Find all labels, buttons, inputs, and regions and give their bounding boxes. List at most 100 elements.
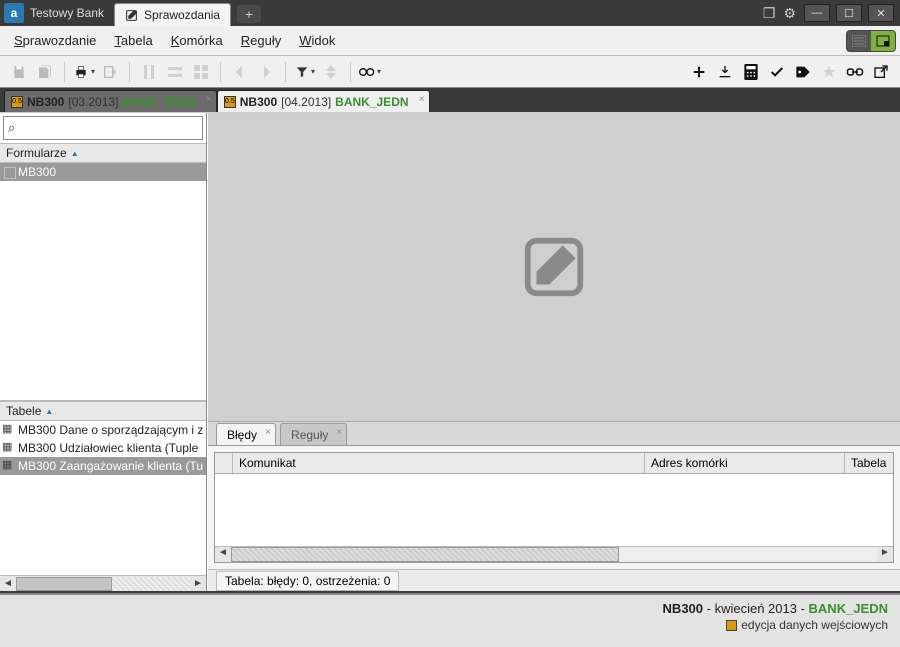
status-bar: NB300 - kwiecień 2013 - BANK_JEDN edycja…: [0, 593, 900, 647]
scroll-thumb[interactable]: [231, 547, 619, 562]
doc-tab-date: [03.2013]: [68, 95, 118, 109]
grid-header: Komunikat Adres komórki Tabela: [215, 453, 893, 474]
minimize-button[interactable]: —: [804, 4, 830, 22]
grid-body: [215, 474, 893, 546]
grid-col-marker[interactable]: [215, 453, 233, 473]
close-button[interactable]: ✕: [868, 4, 894, 22]
doc-tab-unit: BANK_JEDN: [335, 95, 408, 109]
bottom-tabs: Błędy × Reguły ×: [208, 421, 900, 445]
edit-placeholder-icon: [519, 232, 589, 302]
footer-period: kwiecień 2013: [715, 601, 797, 616]
document-tabs: 0.5 NB300 [03.2013] BANK_JEDN × 0.5 NB30…: [0, 88, 900, 112]
collapse-icon: ▲: [45, 407, 53, 416]
canvas-placeholder: [208, 113, 900, 421]
forms-tree: MB300: [0, 163, 206, 401]
doc-badge-icon: 0.5: [224, 96, 236, 108]
close-icon[interactable]: ×: [337, 427, 343, 438]
table-item[interactable]: MB300 Dane o sporządzającym i z: [0, 421, 206, 439]
close-icon[interactable]: ×: [265, 427, 271, 438]
tab-rules[interactable]: Reguły ×: [280, 423, 347, 445]
grid-h-scrollbar[interactable]: ◄ ►: [215, 546, 893, 562]
doc-tab-date: [04.2013]: [281, 95, 331, 109]
menu-komorka[interactable]: Komórka: [163, 29, 231, 52]
scroll-right-icon[interactable]: ►: [190, 578, 206, 589]
star-icon[interactable]: [818, 61, 840, 83]
menu-sprawozdanie[interactable]: Sprawozdanie: [6, 29, 104, 52]
left-panel: ⌕ Formularze ▲ MB300 Tabele ▲ MB300 Dane…: [0, 113, 207, 591]
filter-icon[interactable]: [294, 61, 316, 83]
collapse-icon: ▲: [71, 149, 79, 158]
footer-mode: edycja danych wejściowych: [741, 618, 888, 632]
print-icon[interactable]: [73, 61, 95, 83]
new-tab-button[interactable]: +: [237, 5, 261, 23]
menu-widok[interactable]: Widok: [291, 29, 343, 52]
app-icon: a: [4, 3, 24, 23]
left-h-scrollbar[interactable]: ◄ ►: [0, 575, 206, 591]
grid-col-table[interactable]: Tabela: [845, 453, 893, 473]
toolbar: [0, 56, 900, 88]
workspace: ⌕ Formularze ▲ MB300 Tabele ▲ MB300 Dane…: [0, 112, 900, 591]
download-icon[interactable]: [714, 61, 736, 83]
errors-grid: Komunikat Adres komórki Tabela ◄ ►: [214, 452, 894, 563]
grid-col-address[interactable]: Adres komórki: [645, 453, 845, 473]
table-item[interactable]: MB300 Udziałowiec klienta (Tuple: [0, 439, 206, 457]
export-icon[interactable]: [99, 61, 121, 83]
link-icon[interactable]: [844, 61, 866, 83]
grid-icon[interactable]: [190, 61, 212, 83]
doc-tab-name: NB300: [240, 95, 277, 109]
search-icon: ⌕: [8, 120, 15, 136]
doc-badge-icon: 0.5: [11, 96, 23, 108]
search-input[interactable]: ⌕: [3, 116, 203, 140]
scroll-left-icon[interactable]: ◄: [215, 547, 231, 562]
calculator-icon[interactable]: [740, 61, 762, 83]
grid-status-text: Tabela: błędy: 0, ostrzeżenia: 0: [216, 571, 399, 591]
doc-tab-1[interactable]: 0.5 NB300 [04.2013] BANK_JEDN ×: [217, 90, 430, 112]
tables-header[interactable]: Tabele ▲: [0, 401, 206, 421]
grid-col-message[interactable]: Komunikat: [233, 453, 645, 473]
main-area: Błędy × Reguły × Komunikat Adres komórki…: [207, 113, 900, 591]
row-icon[interactable]: [164, 61, 186, 83]
tag-icon[interactable]: [792, 61, 814, 83]
doc-tab-0[interactable]: 0.5 NB300 [03.2013] BANK_JEDN ×: [4, 90, 217, 112]
edit-icon: [125, 9, 138, 22]
app-title: Testowy Bank: [30, 0, 104, 26]
footer-doc-name: NB300: [663, 601, 703, 616]
tab-errors[interactable]: Błędy ×: [216, 423, 276, 445]
col-icon[interactable]: [138, 61, 160, 83]
footer-unit: BANK_JEDN: [809, 601, 888, 616]
menu-reguly[interactable]: Reguły: [233, 29, 289, 52]
maximize-button[interactable]: ☐: [836, 4, 862, 22]
restore-icon[interactable]: ❐: [763, 5, 776, 22]
grid-status: Tabela: błędy: 0, ostrzeżenia: 0: [208, 569, 900, 591]
prev-icon[interactable]: [229, 61, 251, 83]
save-all-icon[interactable]: [34, 61, 56, 83]
tables-list: MB300 Dane o sporządzającym i z MB300 Ud…: [0, 421, 206, 498]
check-icon[interactable]: [766, 61, 788, 83]
title-tab-sprawozdania[interactable]: Sprawozdania: [114, 3, 231, 26]
doc-tab-name: NB300: [27, 95, 64, 109]
view-note-icon[interactable]: [871, 31, 895, 51]
scroll-right-icon[interactable]: ►: [877, 547, 893, 562]
view-mode-toggle[interactable]: [846, 30, 896, 52]
scroll-left-icon[interactable]: ◄: [0, 578, 16, 589]
title-bar: a Testowy Bank Sprawozdania + ❐ ⚙ — ☐ ✕: [0, 0, 900, 26]
save-icon[interactable]: [8, 61, 30, 83]
scroll-thumb[interactable]: [16, 577, 112, 591]
find-icon[interactable]: [359, 61, 381, 83]
add-icon[interactable]: [688, 61, 710, 83]
menu-tabela[interactable]: Tabela: [106, 29, 160, 52]
close-icon[interactable]: ×: [206, 94, 212, 105]
doc-tab-unit: BANK_JEDN: [122, 95, 195, 109]
edit-mode-icon: [726, 620, 737, 631]
gear-icon[interactable]: ⚙: [783, 5, 796, 22]
sort-icon[interactable]: [320, 61, 342, 83]
table-item[interactable]: MB300 Zaangażowanie klienta (Tu: [0, 457, 206, 475]
errors-grid-wrap: Komunikat Adres komórki Tabela ◄ ►: [208, 445, 900, 569]
send-icon[interactable]: [870, 61, 892, 83]
form-item[interactable]: MB300: [0, 163, 206, 181]
forms-header[interactable]: Formularze ▲: [0, 143, 206, 163]
close-icon[interactable]: ×: [419, 94, 425, 105]
menu-bar: Sprawozdanie Tabela Komórka Reguły Widok: [0, 26, 900, 56]
view-list-icon[interactable]: [847, 31, 871, 51]
next-icon[interactable]: [255, 61, 277, 83]
